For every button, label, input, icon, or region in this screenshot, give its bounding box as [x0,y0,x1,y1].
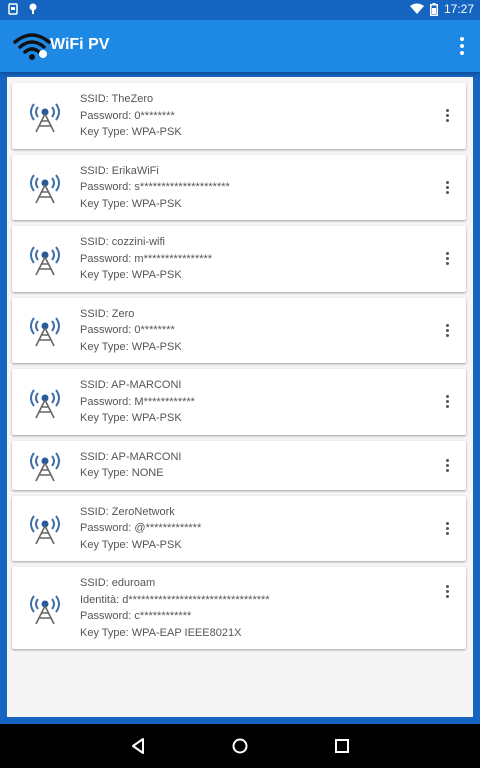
network-list: SSID: TheZero Password: 0******** Key Type… [12,83,466,655]
network-details: SSID: Zero Password: 0******** Key Type: W… [12,298,466,364]
network-card[interactable]: SSID: eduroam Identità: d****************… [12,567,466,649]
network-detail-line: SSID: AP-MARCONI [80,450,182,463]
network-detail-line: Key Type: WPA-EAP IEEE8021X [80,626,242,639]
network-details: SSID: AP-MARCONI Key Type: NONE [12,441,466,490]
wifi-antenna-icon [28,448,62,482]
network-detail-line: Password: M************ [80,395,195,408]
network-card[interactable]: SSID: TheZero Password: 0******** Key Type… [12,83,466,149]
network-detail-line: Password: 0******** [80,109,175,122]
network-card[interactable]: SSID: cozzini-wifi Password: m***********… [12,226,466,292]
navigation-bar [0,724,480,768]
wifi-antenna-icon [28,170,62,204]
back-icon[interactable] [126,734,150,758]
overflow-menu-icon[interactable] [454,34,470,58]
network-detail-line: Password: c************ [80,610,192,622]
card-menu-icon[interactable] [442,106,452,126]
app-bar: WiFi PV [0,20,480,72]
network-details: SSID: cozzini-wifi Password: m***********… [12,226,466,292]
network-detail-line: Password: 0******** [80,324,175,336]
wifi-antenna-icon [28,591,62,625]
network-details: SSID: ErikaWiFi Password: s**************… [12,155,466,221]
network-detail-line: SSID: Zero [80,307,135,320]
network-detail-line: Key Type: WPA-PSK [80,269,182,281]
recents-icon[interactable] [330,734,354,758]
wifi-logo-icon [13,33,51,60]
card-menu-icon[interactable] [442,392,452,412]
network-list-container: SSID: TheZero Password: 0******** Key Type… [7,77,473,717]
network-details: SSID: TheZero Password: 0******** Key Type… [12,83,466,149]
card-menu-icon[interactable] [442,581,452,601]
network-detail-line: Key Type: WPA-PSK [80,126,182,138]
network-detail-line: Identità: d*****************************… [80,593,270,606]
notification-icon [8,3,18,15]
network-detail-line: SSID: ErikaWiFi [80,164,159,177]
network-details: SSID: eduroam Identità: d****************… [12,567,466,649]
network-detail-line: Password: @************* [80,522,202,534]
wifi-antenna-icon [28,511,62,545]
network-detail-line: Password: m**************** [80,252,213,265]
network-detail-line: SSID: eduroam [80,577,156,589]
app-title: WiFi PV [50,36,110,53]
card-menu-icon[interactable] [442,455,452,475]
network-detail-line: Key Type: WPA-PSK [80,197,182,210]
network-card[interactable]: SSID: Zero Password: 0******** Key Type: W… [12,297,466,364]
clock: 17:27 [443,2,474,16]
network-detail-line: Key Type: WPA-PSK [80,412,182,424]
network-detail-line: Key Type: WPA-PSK [80,340,182,353]
wifi-antenna-icon [28,242,62,276]
wifi-signal-icon [409,3,424,14]
network-detail-line: Key Type: WPA-PSK [80,538,182,551]
card-menu-icon[interactable] [442,320,452,340]
card-menu-icon[interactable] [442,518,452,538]
wifi-antenna-icon [28,99,62,133]
network-card[interactable]: SSID: AP-MARCONI Key Type: NONE [12,440,466,490]
network-detail-line: SSID: AP-MARCONI [80,379,182,391]
status-bar: 17:27 [0,0,480,20]
card-menu-icon[interactable] [442,249,452,269]
network-detail-line: Password: s********************* [80,181,230,193]
wifi-antenna-icon [28,385,62,419]
network-detail-line: SSID: TheZero [80,93,154,105]
network-detail-line: SSID: cozzini-wifi [80,236,165,248]
android-debug-icon [29,3,37,14]
network-details: SSID: AP-MARCONI Password: M************ K… [12,369,466,435]
wifi-antenna-icon [28,313,62,347]
network-card[interactable]: SSID: ZeroNetwork Password: @************… [12,495,466,562]
home-icon[interactable] [228,734,252,758]
network-details: SSID: ZeroNetwork Password: @************… [12,496,466,562]
battery-icon [429,2,438,16]
network-card[interactable]: SSID: AP-MARCONI Password: M************ K… [12,369,466,435]
network-detail-line: Key Type: NONE [80,467,164,479]
network-card[interactable]: SSID: ErikaWiFi Password: s**************… [12,154,466,221]
card-menu-icon[interactable] [442,177,452,197]
network-detail-line: SSID: ZeroNetwork [80,505,175,518]
